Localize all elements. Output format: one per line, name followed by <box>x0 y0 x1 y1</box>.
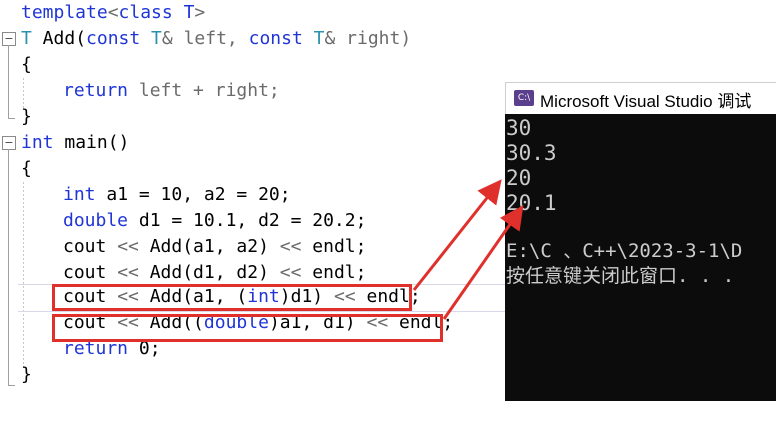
console-output-line: E:\C 、C++\2023-3-1\D <box>506 240 743 262</box>
statement: d1 = 10.1, d2 = 20.2; <box>128 210 367 231</box>
identifier: T <box>172 2 195 23</box>
brace: { <box>21 54 32 75</box>
console-output-line: 30.3 <box>506 141 557 165</box>
type-name: T <box>302 28 325 49</box>
keyword: int <box>21 132 54 153</box>
console-title: Microsoft Visual Studio 调试 <box>540 92 752 111</box>
keyword: class <box>118 2 173 23</box>
type-name: T <box>140 28 162 49</box>
function-signature: Add( <box>31 28 87 49</box>
type-name: T <box>21 28 32 49</box>
operator: << <box>117 262 139 283</box>
operator: < <box>107 2 119 23</box>
operator: << <box>279 262 302 283</box>
identifier: cout <box>63 262 118 283</box>
code-line[interactable]: template<class T> <box>0 0 776 26</box>
keyword: const <box>86 28 141 49</box>
brace: } <box>21 106 32 127</box>
console-output-line: 30 <box>506 116 532 140</box>
statement: a1 = 10, a2 = 20; <box>95 184 291 205</box>
call-expression: Add(d1, d2) <box>138 262 280 283</box>
operator: << <box>279 236 302 257</box>
console-output-line: 20.1 <box>506 191 557 215</box>
code-line[interactable]: { <box>0 52 776 78</box>
console-output-line: 按任意键关闭此窗口. . . <box>506 265 735 287</box>
brace: { <box>21 158 32 179</box>
parameter-text: & left, <box>161 28 249 49</box>
operator: > <box>194 2 206 23</box>
function-signature: main() <box>53 132 130 153</box>
highlight-box-int-cast <box>52 284 412 311</box>
identifier: endl; <box>301 262 367 283</box>
identifier: cout <box>63 236 118 257</box>
code-line[interactable]: T Add(const T& left, const T& right) <box>0 26 776 52</box>
console-output-line: 20 <box>506 166 532 190</box>
identifier: endl; <box>301 236 367 257</box>
keyword: return <box>63 80 129 101</box>
keyword: int <box>63 184 96 205</box>
console-titlebar[interactable]: C:\ Microsoft Visual Studio 调试 <box>505 82 776 114</box>
console-app-icon: C:\ <box>514 90 534 106</box>
call-expression: Add(a1, a2) <box>138 236 280 257</box>
keyword: template <box>21 2 108 23</box>
parameter-text: & right) <box>324 28 412 49</box>
keyword: double <box>63 210 129 231</box>
keyword: const <box>248 28 303 49</box>
highlight-box-double-cast <box>52 314 443 342</box>
console-window[interactable]: C:\ Microsoft Visual Studio 调试 30 30.3 2… <box>505 82 776 401</box>
expression: left + right; <box>128 80 280 101</box>
brace: } <box>21 364 32 385</box>
operator: << <box>117 236 139 257</box>
